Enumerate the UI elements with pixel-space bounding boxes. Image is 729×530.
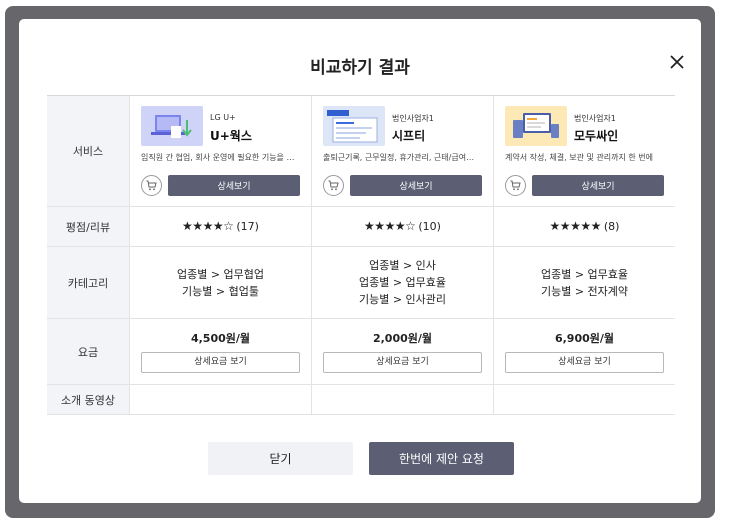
- service-thumbnail: [323, 106, 385, 146]
- service-name: U+웍스: [210, 129, 252, 143]
- service-name: 모두싸인: [574, 129, 619, 143]
- rating-stars: ★★★★★: [549, 219, 602, 233]
- category-cell-3: 업종별 > 업무효율 기능별 > 전자계약: [493, 247, 675, 318]
- comparison-modal: 비교하기 결과 서비스 LG U+ U+웍스 임직원 간 협업, 회사 운영에 …: [19, 19, 701, 503]
- video-row: 소개 동영상: [47, 385, 675, 415]
- video-cell-3: [493, 385, 675, 414]
- service-row: 서비스 LG U+ U+웍스 임직원 간 협업, 회사 운영에 필요한 기능을 …: [47, 96, 675, 207]
- detail-button[interactable]: 상세보기: [532, 175, 664, 196]
- category-line: 기능별 > 협업툴: [182, 284, 259, 298]
- modal-title: 비교하기 결과: [310, 58, 410, 78]
- price-detail-button[interactable]: 상세요금 보기: [141, 352, 300, 373]
- service-cell-2: 법인사업자1 시프티 출퇴근기록, 근무일정, 휴가관리, 근태/급여… 상세보…: [311, 96, 493, 206]
- price-value: 6,900원/월: [554, 332, 615, 345]
- rating-cell-3: ★★★★★ (8): [493, 207, 675, 246]
- row-header-price: 요금: [47, 319, 129, 384]
- cart-icon[interactable]: [141, 175, 162, 196]
- video-cell-2: [311, 385, 493, 414]
- price-cell-3: 6,900원/월 상세요금 보기: [493, 319, 675, 384]
- rating-row: 평점/리뷰 ★★★★☆ (17) ★★★★☆ (10) ★★★★★ (8): [47, 207, 675, 247]
- row-header-video: 소개 동영상: [47, 385, 129, 414]
- category-line: 업종별 > 업무협업: [176, 267, 265, 281]
- category-line: 업종별 > 업무효율: [358, 276, 447, 289]
- review-count: (10): [418, 220, 441, 233]
- service-cell-3: 법인사업자1 모두싸인 계약서 작성, 체결, 보관 및 관리까지 한 번에 상…: [493, 96, 675, 206]
- comparison-table: 서비스 LG U+ U+웍스 임직원 간 협업, 회사 운영에 필요한 기능을 …: [47, 95, 675, 415]
- row-header-service: 서비스: [47, 96, 129, 206]
- review-count: (8): [603, 220, 620, 233]
- price-cell-1: 4,500원/월 상세요금 보기: [129, 319, 311, 384]
- service-cell-1: LG U+ U+웍스 임직원 간 협업, 회사 운영에 필요한 기능을 … 상세…: [129, 96, 311, 206]
- price-detail-button[interactable]: 상세요금 보기: [323, 352, 482, 373]
- price-row: 요금 4,500원/월 상세요금 보기 2,000원/월 상세요금 보기 6,9…: [47, 319, 675, 385]
- request-proposal-button[interactable]: 한번에 제안 요청: [369, 442, 514, 475]
- cart-icon[interactable]: [505, 175, 526, 196]
- rating-cell-2: ★★★★☆ (10): [311, 207, 493, 246]
- category-line: 업종별 > 업무효율: [540, 267, 629, 281]
- category-cell-2: 업종별 > 인사 업종별 > 업무효율 기능별 > 인사관리: [311, 247, 493, 318]
- close-button[interactable]: 닫기: [208, 442, 353, 475]
- category-row: 카테고리 업종별 > 업무협업 기능별 > 협업툴 업종별 > 인사 업종별 >…: [47, 247, 675, 319]
- category-line: 기능별 > 인사관리: [358, 293, 447, 306]
- detail-button[interactable]: 상세보기: [168, 175, 300, 196]
- service-company: 법인사업자1: [574, 114, 616, 123]
- price-value: 4,500원/월: [190, 332, 251, 345]
- rating-stars: ★★★★☆: [364, 219, 416, 233]
- cart-icon[interactable]: [323, 175, 344, 196]
- service-description: 임직원 간 협업, 회사 운영에 필요한 기능을 …: [141, 153, 295, 162]
- service-name: 시프티: [392, 129, 426, 143]
- detail-button[interactable]: 상세보기: [350, 175, 482, 196]
- video-cell-1: [129, 385, 311, 414]
- category-cell-1: 업종별 > 업무협업 기능별 > 협업툴: [129, 247, 311, 318]
- service-description: 출퇴근기록, 근무일정, 휴가관리, 근태/급여…: [323, 153, 475, 162]
- service-company: LG U+: [210, 113, 236, 122]
- price-value: 2,000원/월: [372, 332, 433, 345]
- close-icon[interactable]: [669, 54, 685, 70]
- row-header-rating: 평점/리뷰: [47, 207, 129, 246]
- price-detail-button[interactable]: 상세요금 보기: [505, 352, 664, 373]
- service-company: 법인사업자1: [392, 114, 434, 123]
- row-header-category: 카테고리: [47, 247, 129, 318]
- rating-stars: ★★★★☆: [182, 219, 234, 233]
- category-line: 업종별 > 인사: [369, 259, 436, 272]
- price-cell-2: 2,000원/월 상세요금 보기: [311, 319, 493, 384]
- service-description: 계약서 작성, 체결, 보관 및 관리까지 한 번에: [505, 153, 654, 162]
- service-thumbnail: [505, 106, 567, 146]
- service-thumbnail: [141, 106, 203, 146]
- review-count: (17): [236, 220, 259, 233]
- category-line: 기능별 > 전자계약: [540, 284, 629, 298]
- rating-cell-1: ★★★★☆ (17): [129, 207, 311, 246]
